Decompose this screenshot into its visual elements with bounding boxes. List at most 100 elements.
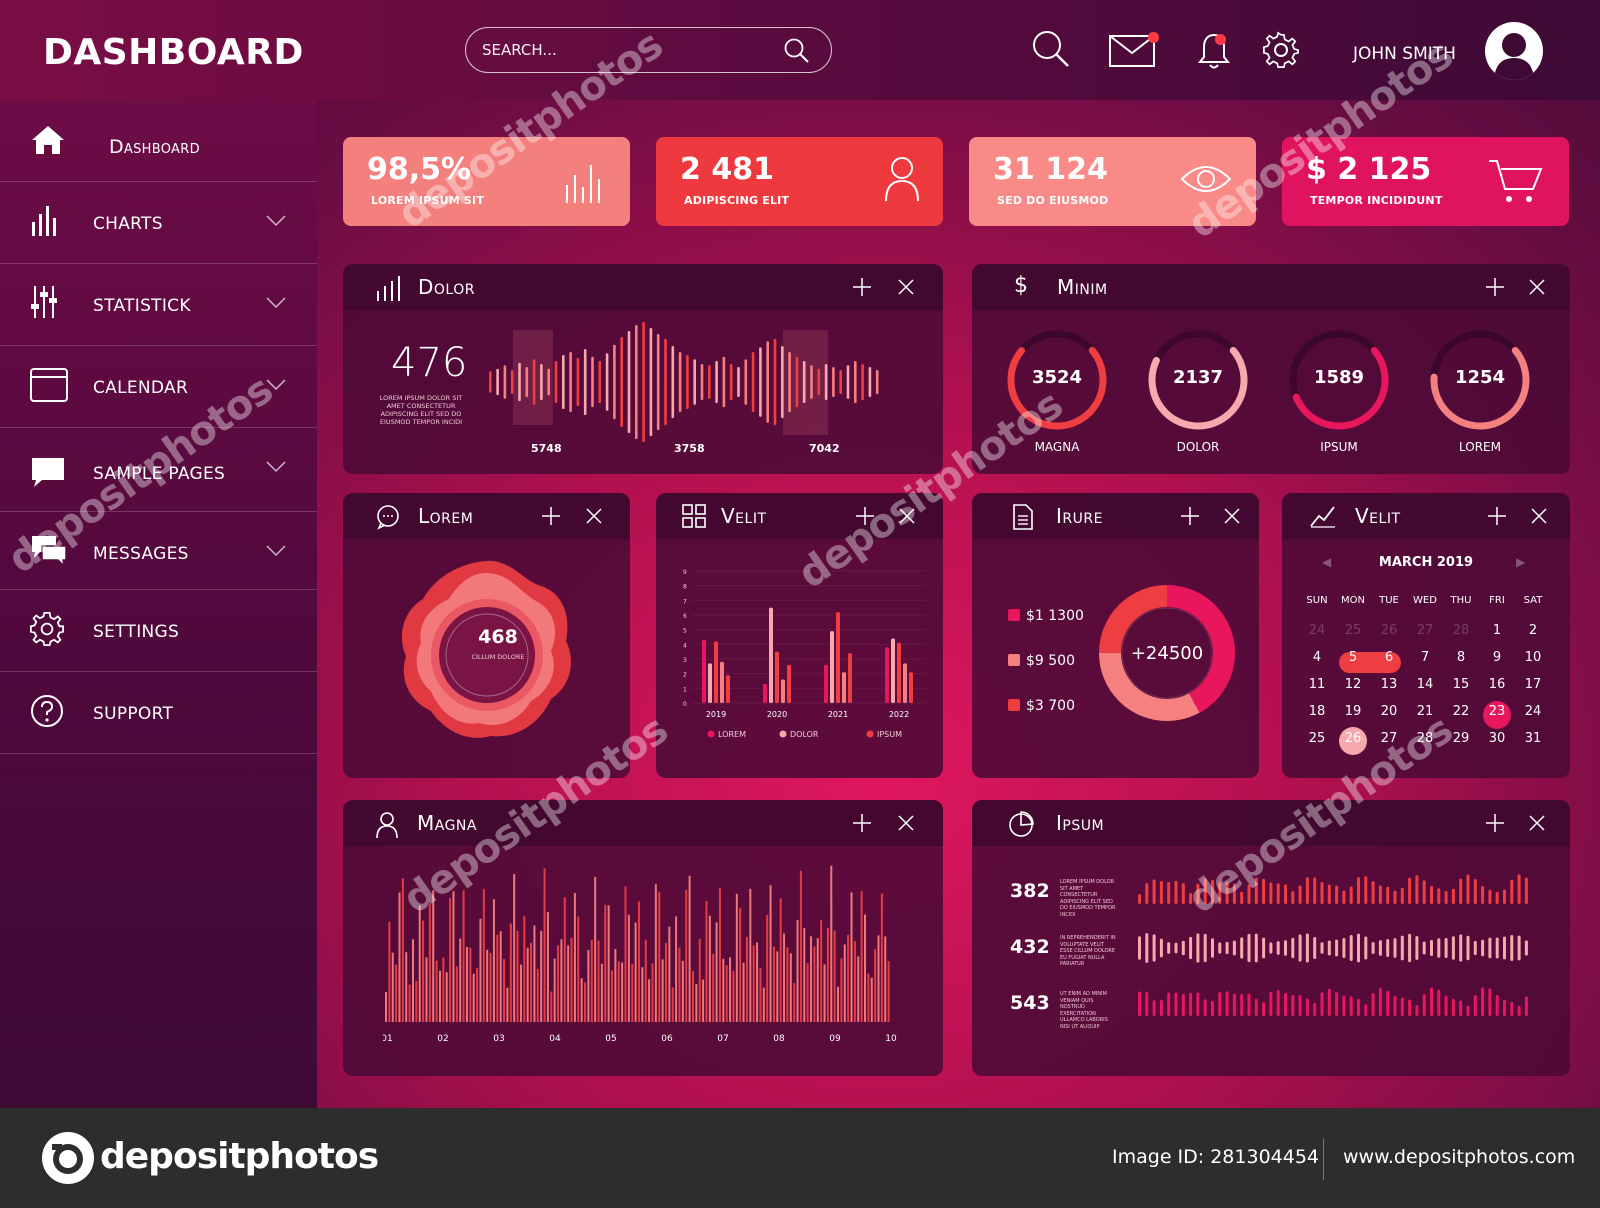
- user-name[interactable]: JOHN SMITH: [1353, 44, 1456, 64]
- close-button[interactable]: [583, 505, 605, 527]
- calendar-day[interactable]: 13: [1371, 677, 1407, 692]
- close-button[interactable]: [1526, 276, 1548, 298]
- stat-card[interactable]: 31 124 SED DO EIUSMOD: [969, 137, 1256, 226]
- calendar-day[interactable]: 29: [1443, 731, 1479, 746]
- gear-icon[interactable]: [1262, 31, 1300, 73]
- calendar-day[interactable]: 6: [1371, 650, 1407, 665]
- add-button[interactable]: [854, 505, 876, 527]
- calendar-day[interactable]: 20: [1371, 704, 1407, 719]
- panel-irure: Irure $1 1300 $9 500 $3 700 +24500: [972, 493, 1259, 778]
- calendar-day[interactable]: 4: [1299, 650, 1335, 665]
- calendar-day[interactable]: 1: [1479, 623, 1515, 638]
- close-button[interactable]: [895, 812, 917, 834]
- legend-swatch: [1008, 699, 1020, 711]
- add-button[interactable]: [1484, 276, 1506, 298]
- bar: [909, 672, 913, 703]
- gauge: 1589 IPSUM: [1279, 320, 1399, 460]
- footer-url[interactable]: www.depositphotos.com: [1343, 1146, 1575, 1168]
- bar: [1298, 994, 1302, 1016]
- legend-swatch: [1008, 609, 1020, 621]
- calendar-day[interactable]: 26: [1371, 623, 1407, 638]
- calendar-day[interactable]: 17: [1515, 677, 1551, 692]
- add-button[interactable]: [1486, 505, 1508, 527]
- bar: [1262, 1001, 1266, 1016]
- add-button[interactable]: [1179, 505, 1201, 527]
- close-button[interactable]: [1221, 505, 1243, 527]
- calendar-day[interactable]: 15: [1443, 677, 1479, 692]
- calendar-day[interactable]: 27: [1407, 623, 1443, 638]
- next-month-icon[interactable]: ▶: [1516, 555, 1525, 569]
- add-button[interactable]: [540, 505, 562, 527]
- bar: [590, 939, 593, 1022]
- wave-label: 3758: [674, 442, 705, 455]
- panel-title: Dolor: [418, 275, 475, 299]
- search-icon[interactable]: [1030, 28, 1072, 74]
- chevron-down-icon[interactable]: [266, 376, 286, 395]
- calendar-day[interactable]: 19: [1335, 704, 1371, 719]
- calendar-day[interactable]: 2: [1515, 623, 1551, 638]
- sidebar-item-label: SETTINGS: [93, 622, 180, 642]
- messages-icon: [30, 534, 67, 570]
- bar: [732, 970, 735, 1022]
- bar: [438, 970, 441, 1022]
- sidebar-item-sample-pages[interactable]: SAMPLE PAGES: [0, 428, 317, 512]
- calendar-day[interactable]: 11: [1299, 677, 1335, 692]
- calendar-day[interactable]: 12: [1335, 677, 1371, 692]
- close-button[interactable]: [895, 276, 917, 298]
- bar: [1335, 885, 1339, 904]
- bar: [1430, 885, 1433, 904]
- calendar-day[interactable]: 21: [1407, 704, 1443, 719]
- bell-icon[interactable]: [1197, 32, 1231, 74]
- sidebar-item-settings[interactable]: SETTINGS: [0, 590, 317, 672]
- calendar-day[interactable]: 5: [1335, 650, 1371, 665]
- bar: [1291, 937, 1295, 959]
- sidebar-item-support[interactable]: SUPPORT: [0, 672, 317, 754]
- sidebar-item-charts[interactable]: CHARTS: [0, 182, 317, 264]
- avatar[interactable]: [1485, 22, 1543, 80]
- bar: [607, 905, 610, 1022]
- close-button[interactable]: [896, 505, 918, 527]
- calendar-day[interactable]: 8: [1443, 650, 1479, 665]
- sidebar-item-dashboard[interactable]: Dashboard: [0, 100, 317, 182]
- calendar-day[interactable]: 22: [1443, 704, 1479, 719]
- calendar-day[interactable]: 14: [1407, 677, 1443, 692]
- search-icon[interactable]: [783, 37, 811, 69]
- calendar-day[interactable]: 28: [1443, 623, 1479, 638]
- add-button[interactable]: [1484, 812, 1506, 834]
- add-button[interactable]: [851, 276, 873, 298]
- calendar-day[interactable]: 24: [1299, 623, 1335, 638]
- calendar-day[interactable]: 30: [1479, 731, 1515, 746]
- search-box[interactable]: [465, 27, 832, 73]
- calendar-day[interactable]: 9: [1479, 650, 1515, 665]
- stat-card[interactable]: $ 2 125 TEMPOR INCIDIDUNT: [1282, 137, 1569, 226]
- mail-icon[interactable]: [1108, 32, 1159, 72]
- calendar-day[interactable]: 28: [1407, 731, 1443, 746]
- chevron-down-icon[interactable]: [266, 458, 286, 477]
- bar: [1225, 991, 1229, 1016]
- search-input[interactable]: [482, 38, 772, 62]
- calendar-day[interactable]: 24: [1515, 704, 1551, 719]
- calendar-day[interactable]: 18: [1299, 704, 1335, 719]
- bar: [1481, 939, 1485, 957]
- calendar-day[interactable]: 31: [1515, 731, 1551, 746]
- add-button[interactable]: [851, 812, 873, 834]
- chevron-down-icon[interactable]: [266, 294, 286, 313]
- calendar-day[interactable]: 10: [1515, 650, 1551, 665]
- chevron-down-icon[interactable]: [266, 212, 286, 231]
- calendar-day[interactable]: 25: [1335, 623, 1371, 638]
- calendar-day[interactable]: 7: [1407, 650, 1443, 665]
- sidebar-item-statistick[interactable]: STATISTICK: [0, 264, 317, 346]
- bar: [600, 963, 603, 1022]
- close-button[interactable]: [1526, 812, 1548, 834]
- calendar-day[interactable]: 23: [1479, 704, 1515, 719]
- sidebar-item-calendar[interactable]: CALENDAR: [0, 346, 317, 428]
- calendar-day[interactable]: 26: [1335, 731, 1371, 746]
- calendar-day[interactable]: 16: [1479, 677, 1515, 692]
- sidebar-item-messages[interactable]: MESSAGES: [0, 512, 317, 590]
- chevron-down-icon[interactable]: [266, 542, 286, 561]
- calendar-day[interactable]: 25: [1299, 731, 1335, 746]
- stat-card[interactable]: 98,5% LOREM IPSUM SIT: [343, 137, 630, 226]
- calendar-day[interactable]: 27: [1371, 731, 1407, 746]
- stat-card[interactable]: 2 481 ADIPISCING ELIT: [656, 137, 943, 226]
- close-button[interactable]: [1528, 505, 1550, 527]
